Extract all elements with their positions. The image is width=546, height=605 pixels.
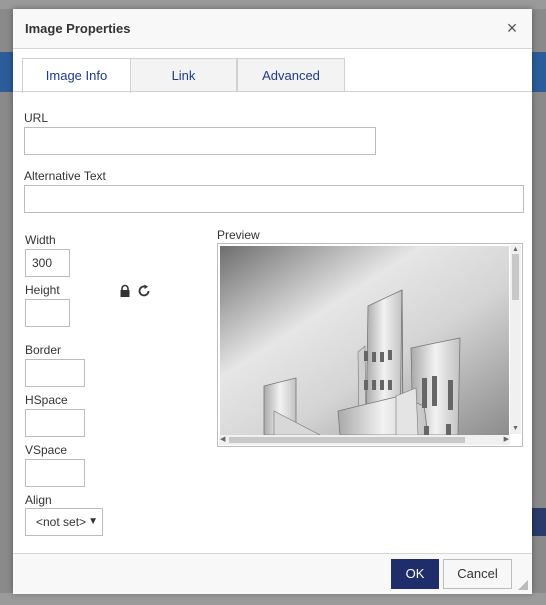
reset-size-icon[interactable] xyxy=(137,284,151,298)
image-properties-dialog: Image Properties × Image Info Link Advan… xyxy=(13,9,532,594)
preview-box: ▲ ▼ ◀ ▶ xyxy=(217,243,523,447)
background-page-bottom xyxy=(0,593,546,605)
alt-text-input[interactable] xyxy=(24,185,524,213)
preview-horizontal-scroll-thumb[interactable] xyxy=(229,437,465,443)
vspace-input[interactable] xyxy=(25,459,85,487)
background-dark-button xyxy=(532,508,546,536)
align-select[interactable]: <not set> ▼ xyxy=(25,508,103,536)
align-label: Align xyxy=(25,493,52,507)
width-label: Width xyxy=(25,233,56,247)
preview-label: Preview xyxy=(217,228,260,242)
url-label: URL xyxy=(24,111,49,125)
vspace-label: VSpace xyxy=(25,443,68,457)
background-blue-bar xyxy=(0,52,13,92)
url-input[interactable] xyxy=(24,127,376,155)
tab-advanced[interactable]: Advanced xyxy=(237,58,345,91)
close-icon[interactable]: × xyxy=(502,18,522,38)
border-input[interactable] xyxy=(25,359,85,387)
height-input[interactable] xyxy=(25,299,70,327)
dialog-title: Image Properties xyxy=(25,21,131,36)
scroll-down-icon[interactable]: ▼ xyxy=(512,425,519,433)
height-label: Height xyxy=(25,283,60,297)
tab-divider xyxy=(13,91,532,92)
scroll-left-icon[interactable]: ◀ xyxy=(220,436,225,444)
preview-horizontal-scrollbar[interactable]: ◀ ▶ xyxy=(219,435,510,445)
width-input[interactable] xyxy=(25,249,70,277)
scroll-right-icon[interactable]: ▶ xyxy=(504,436,509,444)
ok-button[interactable]: OK xyxy=(391,559,439,589)
border-label: Border xyxy=(25,343,62,357)
hspace-label: HSpace xyxy=(25,393,68,407)
align-select-value: <not set> xyxy=(36,515,87,529)
lock-icon[interactable] xyxy=(118,284,132,298)
dialog-footer: OK Cancel xyxy=(13,553,532,594)
background-page-top xyxy=(0,0,546,9)
preview-vertical-scrollbar[interactable]: ▲ ▼ xyxy=(510,245,521,434)
preview-image xyxy=(220,246,509,435)
preview-vertical-scroll-thumb[interactable] xyxy=(512,254,519,300)
cancel-button[interactable]: Cancel xyxy=(443,559,512,589)
background-blue-bar-right xyxy=(532,52,546,92)
chevron-down-icon: ▼ xyxy=(88,516,98,527)
resize-handle-icon[interactable] xyxy=(518,580,528,590)
tab-image-info[interactable]: Image Info xyxy=(22,58,131,93)
hspace-input[interactable] xyxy=(25,409,85,437)
alt-text-label: Alternative Text xyxy=(24,169,106,183)
scroll-up-icon[interactable]: ▲ xyxy=(512,246,519,254)
dialog-titlebar: Image Properties × xyxy=(13,9,532,49)
tab-link[interactable]: Link xyxy=(130,58,237,91)
